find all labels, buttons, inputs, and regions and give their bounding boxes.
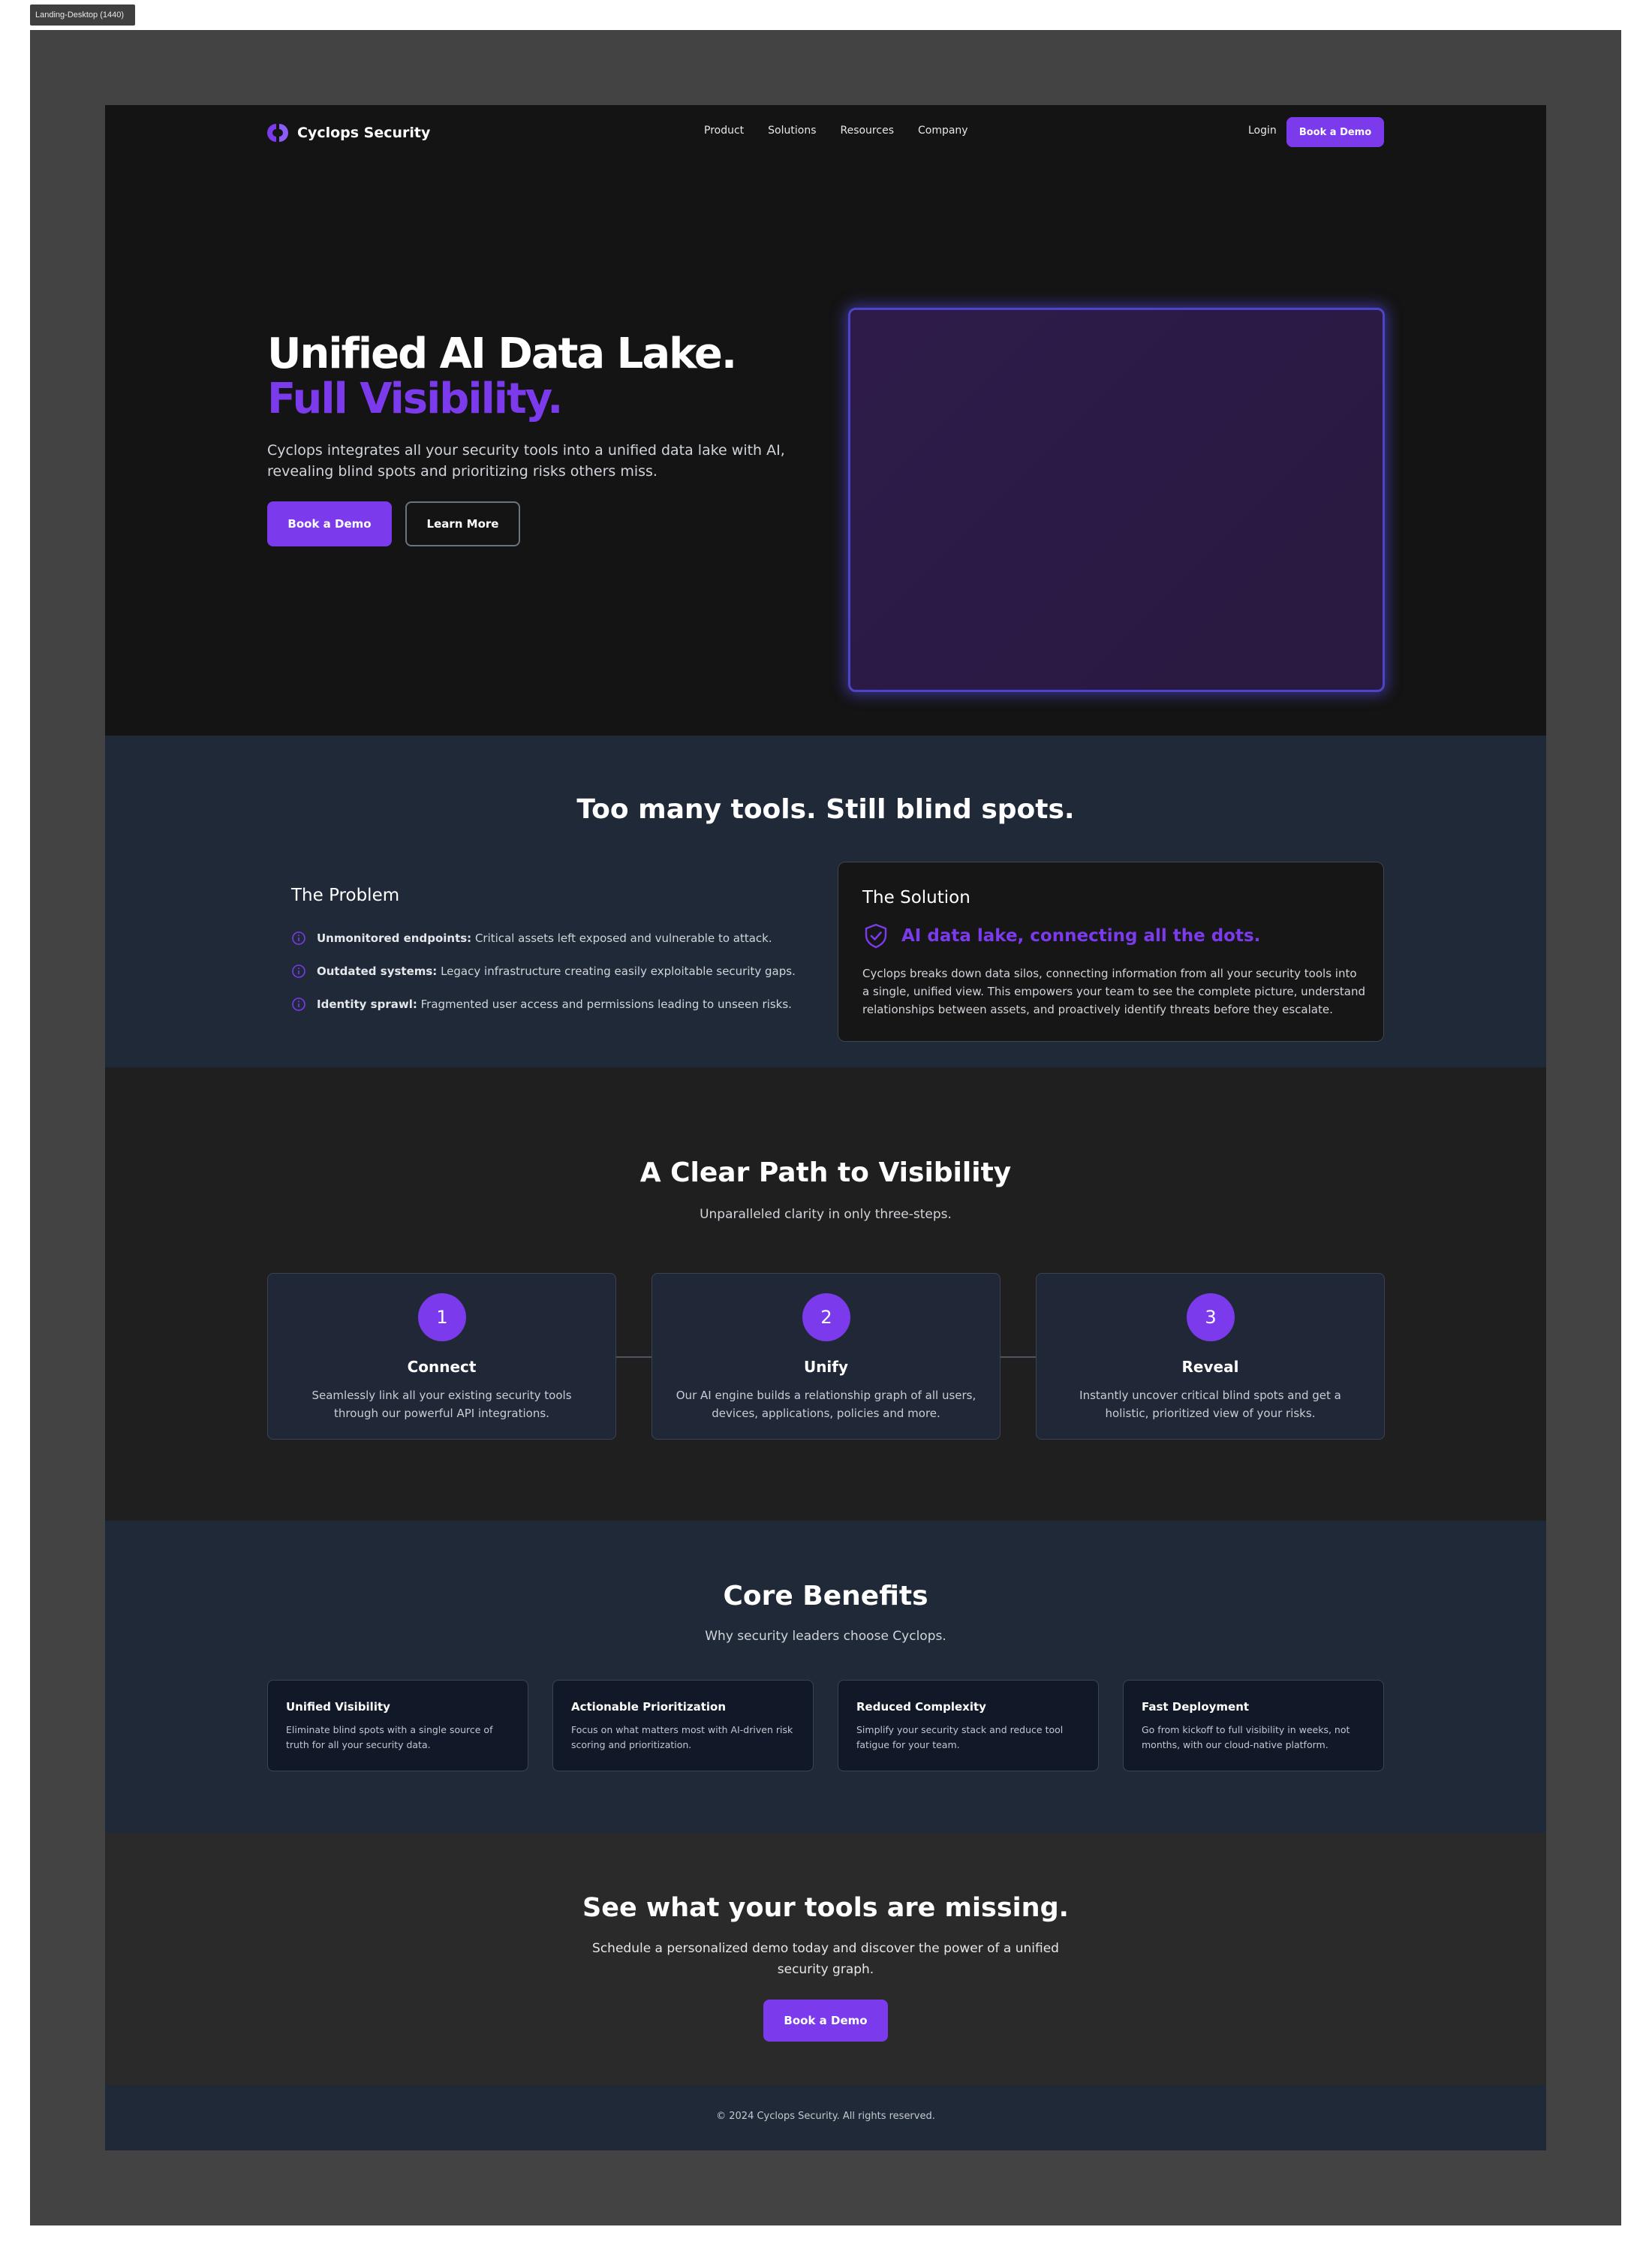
section-title: Core Benefits [723,1581,928,1612]
step-number-badge: 1 [418,1293,466,1341]
problem-item-text: Unmonitored endpoints: Critical assets l… [317,931,772,945]
artboard-frame: Cyclops Security Product Solutions Resou… [30,30,1621,2225]
benefit-card: Actionable Prioritization Focus on what … [552,1680,814,1771]
info-icon [292,964,305,978]
step-text: Our AI engine builds a relationship grap… [676,1389,976,1420]
hero-title: Unified AI Data Lake. [267,330,737,378]
problem-item-description: Critical assets left exposed and vulnera… [474,931,772,945]
section-subtitle: Unparalleled clarity in only three-steps… [700,1207,952,1222]
nav-link-product[interactable]: Product [704,125,744,137]
benefit-title: Fast Deployment [1142,1700,1250,1714]
info-icon [292,931,305,945]
brand[interactable]: Cyclops Security [267,120,430,146]
problem-item-description: Legacy infrastructure creating easily ex… [441,964,796,978]
cta-section: See what your tools are missing. Schedul… [105,1833,1546,2085]
problem-title: The Problem [291,886,400,905]
nav-link-resources[interactable]: Resources [840,125,894,137]
step-connector [616,1356,651,1358]
hero-section: Unified AI Data Lake. Full Visibility. C… [105,159,1546,736]
landing-page: Cyclops Security Product Solutions Resou… [105,105,1546,2150]
solution-text: Cyclops breaks down data silos, connecti… [862,967,1365,1016]
benefit-card: Unified Visibility Eliminate blind spots… [267,1680,528,1771]
list-item: Identity sprawl: Fragmented user access … [291,988,817,1021]
clear-path-section: A Clear Path to Visibility Unparalleled … [105,1067,1546,1521]
step-number-badge: 2 [802,1293,850,1341]
problem-item-text: Outdated systems: Legacy infrastructure … [317,964,796,978]
step-card: 1 Connect Seamlessly link all your exist… [267,1273,616,1440]
step-title: Unify [803,1358,849,1376]
list-item: Outdated systems: Legacy infrastructure … [291,955,817,988]
benefit-text: Simplify your security stack and reduce … [856,1724,1064,1750]
problem-solution-section: Too many tools. Still blind spots. The P… [105,736,1546,1067]
problem-item-label: Identity sprawl: [317,998,417,1011]
benefit-title: Reduced Complexity [856,1700,986,1714]
step-number-badge: 3 [1187,1293,1235,1341]
benefit-card: Fast Deployment Go from kickoff to full … [1123,1680,1384,1771]
benefit-title: Unified Visibility [286,1700,390,1714]
cta-subtitle: Schedule a personalized demo today and d… [592,1941,1059,1977]
solution-headline-row: AI data lake, connecting all the dots. [862,922,1260,949]
section-subtitle: Why security leaders choose Cyclops. [705,1629,946,1644]
login-link[interactable]: Login [1248,125,1277,137]
benefit-text: Go from kickoff to full visibility in we… [1142,1724,1350,1750]
copyright-text: © 2024 Cyclops Security. All rights rese… [716,2111,935,2122]
brand-name: Cyclops Security [297,125,431,141]
section-title: A Clear Path to Visibility [639,1157,1012,1188]
frame-label: Landing-Desktop (1440) [30,5,135,26]
section-title: Too many tools. Still blind spots. [576,794,1075,825]
step-text: Instantly uncover critical blind spots a… [1079,1389,1341,1420]
problem-item-label: Unmonitored endpoints: [317,931,472,945]
info-icon [292,998,305,1011]
solution-title: The Solution [862,888,970,907]
benefit-text: Eliminate blind spots with a single sour… [286,1724,493,1750]
hero-learn-more-button[interactable]: Learn More [405,501,520,546]
benefit-title: Actionable Prioritization [571,1700,727,1714]
step-connector [1001,1356,1036,1358]
step-title: Connect [407,1358,477,1376]
problem-item-description: Fragmented user access and permissions l… [420,998,792,1011]
hero-title-accent: Full Visibility. [267,375,563,423]
nav-link-solutions[interactable]: Solutions [768,125,816,137]
nav-links: Product Solutions Resources Company [704,125,968,137]
hero-visual-panel [848,308,1385,692]
hero-book-demo-button[interactable]: Book a Demo [267,501,392,546]
cta-book-demo-button[interactable]: Book a Demo [763,2000,888,2042]
cta-title: See what your tools are missing. [582,1893,1069,1923]
nav-link-company[interactable]: Company [918,125,968,137]
solution-card: The Solution AI data lake, connecting al… [838,862,1384,1042]
cyclops-logo-icon [267,124,288,142]
core-benefits-section: Core Benefits Why security leaders choos… [105,1521,1546,1833]
nav-book-demo-button[interactable]: Book a Demo [1286,117,1384,147]
problem-item-label: Outdated systems: [317,964,438,978]
benefit-text: Focus on what matters most with AI-drive… [571,1724,793,1750]
step-title: Reveal [1181,1358,1239,1376]
shield-check-icon [865,923,887,949]
problem-item-text: Identity sprawl: Fragmented user access … [317,998,792,1011]
step-card: 3 Reveal Instantly uncover critical blin… [1036,1273,1385,1440]
step-card: 2 Unify Our AI engine builds a relations… [651,1273,1001,1440]
list-item: Unmonitored endpoints: Critical assets l… [291,922,817,955]
hero-subtitle: Cyclops integrates all your security too… [267,442,785,480]
benefit-card: Reduced Complexity Simplify your securit… [838,1680,1099,1771]
top-nav: Cyclops Security Product Solutions Resou… [105,105,1546,159]
footer: © 2024 Cyclops Security. All rights rese… [105,2085,1546,2150]
step-text: Seamlessly link all your existing securi… [311,1389,572,1420]
solution-headline: AI data lake, connecting all the dots. [901,926,1261,946]
problem-list: Unmonitored endpoints: Critical assets l… [291,922,817,1021]
